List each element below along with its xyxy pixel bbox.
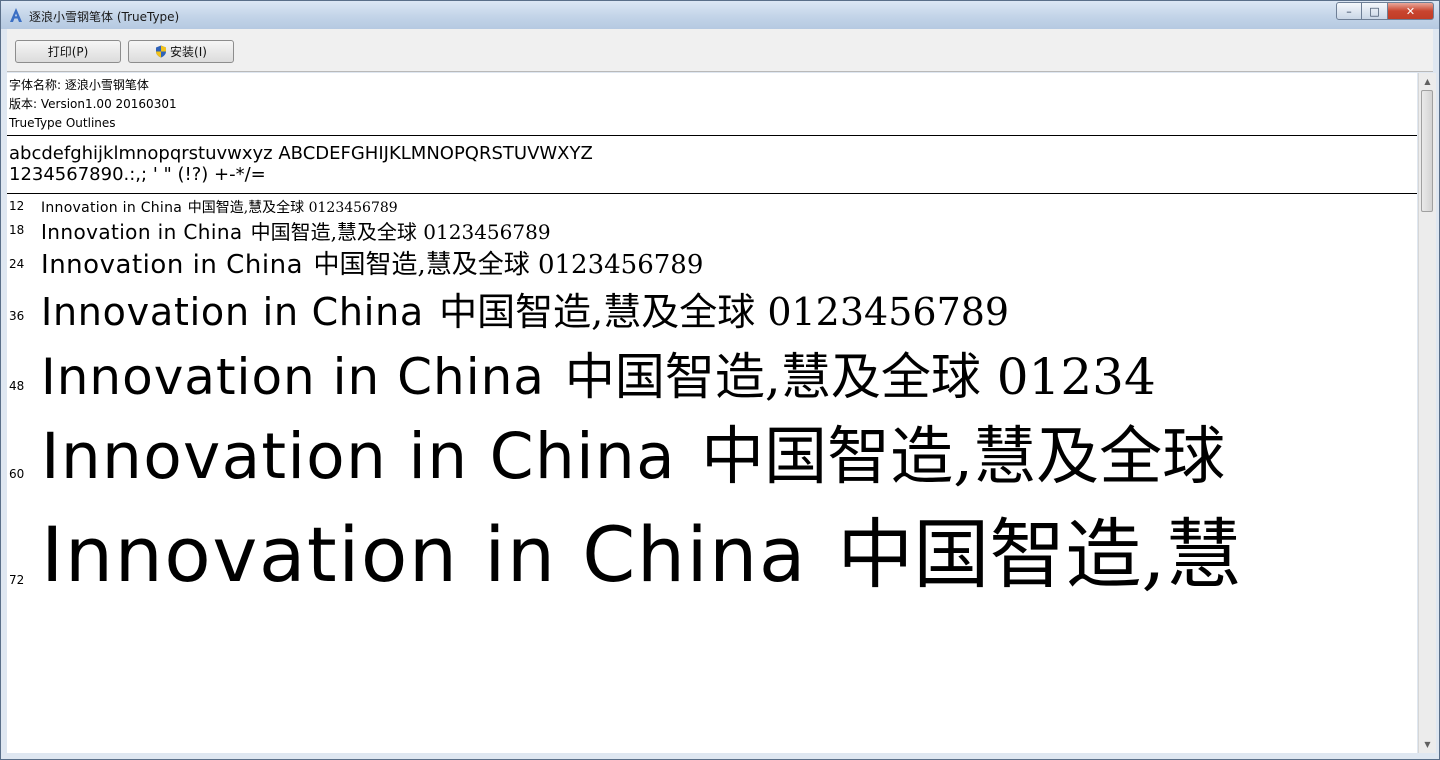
- sample-text: Innovation in China 中国智造,慧及全球 01234: [41, 337, 1156, 409]
- font-name-line: 字体名称: 逐浪小雪钢笔体: [9, 78, 149, 92]
- window-bottom-frame: [1, 753, 1439, 759]
- sample-latin: Innovation in China: [41, 348, 545, 406]
- charset-digits-symbols: 1234567890.:,; ' " (!?) +-*/=: [9, 164, 266, 185]
- size-label: 18: [9, 223, 25, 237]
- scroll-down-arrow-icon[interactable]: ▼: [1419, 736, 1436, 753]
- size-label: 36: [9, 309, 25, 323]
- font-viewer-icon: [10, 8, 22, 22]
- character-set-sample: abcdefghijklmnopqrstuvwxyz ABCDEFGHIJKLM…: [9, 143, 593, 185]
- sample-latin: Innovation in China: [41, 250, 304, 280]
- size-label: 12: [9, 199, 25, 213]
- install-button-label: 安装(I): [170, 45, 207, 59]
- sample-text: Innovation in China 中国智造,慧: [41, 493, 1242, 603]
- scrollbar-thumb[interactable]: [1421, 90, 1433, 212]
- maximize-button[interactable]: □: [1362, 2, 1388, 20]
- sample-text: Innovation in China 中国智造,慧及全球 0123456789: [41, 216, 551, 245]
- font-version-line: 版本: Version1.00 20160301: [9, 97, 177, 111]
- sample-latin: Innovation in China: [41, 220, 243, 244]
- title-bar[interactable]: 逐浪小雪钢笔体 (TrueType) – □ ✕: [1, 1, 1439, 29]
- sample-cjk: 中国智造,慧及全球 0123456789: [439, 290, 1010, 334]
- sample-text: Innovation in China 中国智造,慧及全球 0123456789: [41, 244, 703, 281]
- vertical-scrollbar[interactable]: ▲ ▼: [1418, 73, 1436, 753]
- close-button[interactable]: ✕: [1388, 2, 1434, 20]
- window-title: 逐浪小雪钢笔体 (TrueType): [29, 10, 180, 24]
- scroll-up-arrow-icon[interactable]: ▲: [1419, 73, 1436, 90]
- sample-cjk: 中国智造,慧及全球 0123456789: [250, 220, 551, 244]
- print-button-label: 打印(P): [47, 45, 89, 59]
- sample-cjk: 中国智造,慧及全球 01234: [564, 348, 1156, 406]
- print-button[interactable]: 打印(P): [15, 40, 121, 63]
- sample-latin: Innovation in China: [41, 420, 676, 493]
- sample-cjk: 中国智造,慧及全球 0123456789: [187, 200, 398, 216]
- size-label: 24: [9, 257, 25, 271]
- sample-cjk: 中国智造,慧及全球 0123456789: [313, 250, 704, 280]
- sample-latin: Innovation in China: [41, 510, 807, 599]
- size-label: 72: [9, 573, 25, 587]
- font-info: 字体名称: 逐浪小雪钢笔体 版本: Version1.00 20160301 T…: [9, 76, 177, 133]
- font-outline-line: TrueType Outlines: [9, 116, 116, 130]
- install-button[interactable]: 安装(I): [128, 40, 234, 63]
- sample-cjk: 中国智造,慧及全球: [701, 420, 1226, 493]
- font-viewer-window: 逐浪小雪钢笔体 (TrueType) – □ ✕ 打印(P) 安装(I) 字体名…: [0, 0, 1440, 760]
- charset-letters: abcdefghijklmnopqrstuvwxyz ABCDEFGHIJKLM…: [9, 143, 593, 164]
- caption-buttons: – □ ✕: [1336, 2, 1434, 20]
- divider: [7, 193, 1417, 194]
- minimize-button[interactable]: –: [1336, 2, 1362, 20]
- sample-latin: Innovation in China: [41, 290, 424, 334]
- font-preview-area: 字体名称: 逐浪小雪钢笔体 版本: Version1.00 20160301 T…: [7, 73, 1417, 753]
- uac-shield-icon: [156, 45, 167, 58]
- sample-text: Innovation in China 中国智造,慧及全球: [41, 406, 1225, 497]
- sample-text: Innovation in China 中国智造,慧及全球 0123456789: [41, 197, 398, 217]
- sample-text: Innovation in China 中国智造,慧及全球 0123456789: [41, 281, 1009, 336]
- sample-cjk: 中国智造,慧: [837, 510, 1242, 599]
- size-label: 60: [9, 467, 25, 481]
- divider: [7, 135, 1417, 136]
- sample-latin: Innovation in China: [41, 200, 183, 216]
- size-label: 48: [9, 379, 25, 393]
- toolbar: 打印(P) 安装(I): [7, 29, 1433, 72]
